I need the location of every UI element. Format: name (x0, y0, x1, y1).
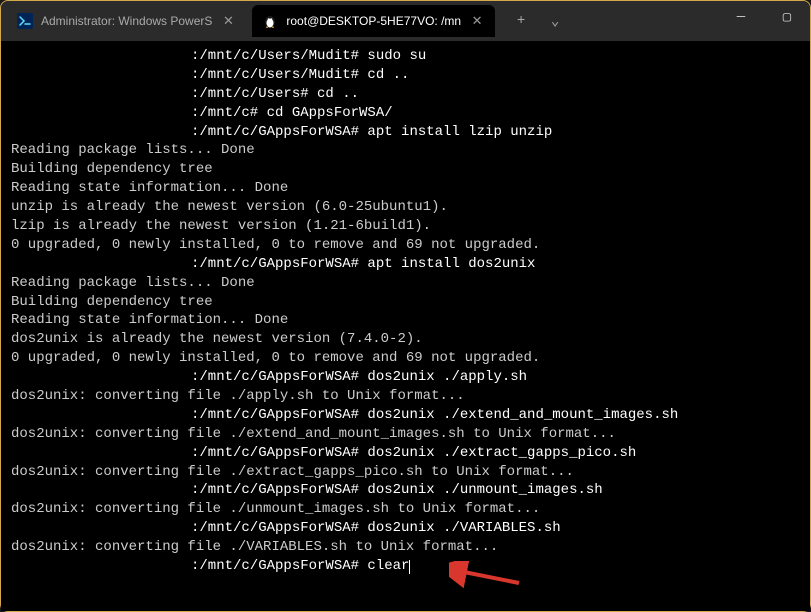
tabs: Administrator: Windows PowerS ✕ root@DES… (1, 1, 495, 41)
output-line: dos2unix: converting file ./extend_and_m… (11, 425, 800, 444)
output-line: Reading package lists... Done (11, 274, 800, 293)
output-line: Building dependency tree (11, 160, 800, 179)
prompt-path: :/mnt/c/GAppsForWSA# (191, 520, 359, 536)
command-text: apt install dos2unix (359, 256, 535, 272)
terminal-output[interactable]: :/mnt/c/Users/Mudit# sudo su:/mnt/c/User… (1, 41, 810, 611)
cursor (409, 560, 410, 574)
output-line: Reading state information... Done (11, 311, 800, 330)
command-text: cd .. (359, 67, 409, 83)
command-text: dos2unix ./apply.sh (359, 369, 527, 385)
redacted-user-host (11, 107, 191, 121)
prompt-line: :/mnt/c/GAppsForWSA# apt install lzip un… (11, 123, 800, 142)
minimize-button[interactable]: — (718, 1, 764, 33)
redacted-user-host (11, 69, 191, 83)
prompt-line: :/mnt/c/GAppsForWSA# dos2unix ./apply.sh (11, 368, 800, 387)
output-line: dos2unix: converting file ./apply.sh to … (11, 387, 800, 406)
command-text: dos2unix ./unmount_images.sh (359, 482, 603, 498)
prompt-path: :/mnt/c/GAppsForWSA# (191, 124, 359, 140)
redacted-user-host (11, 409, 191, 423)
prompt-line: :/mnt/c/Users/Mudit# sudo su (11, 47, 800, 66)
add-tab-button[interactable]: + (507, 7, 535, 35)
tab-dropdown-button[interactable]: ⌄ (541, 7, 569, 35)
prompt-path: :/mnt/c/GAppsForWSA# (191, 256, 359, 272)
command-text: sudo su (359, 48, 426, 64)
prompt-path: :/mnt/c/GAppsForWSA# (191, 482, 359, 498)
command-text: cd GAppsForWSA/ (258, 105, 392, 121)
output-line: dos2unix is already the newest version (… (11, 330, 800, 349)
prompt-line: :/mnt/c/GAppsForWSA# dos2unix ./VARIABLE… (11, 519, 800, 538)
tab-label: root@DESKTOP-5HE77VO: /mn (286, 14, 461, 28)
redacted-user-host (11, 560, 191, 574)
redacted-user-host (11, 258, 191, 272)
linux-tux-icon (262, 13, 278, 29)
output-line: dos2unix: converting file ./VARIABLES.sh… (11, 538, 800, 557)
prompt-line: :/mnt/c/GAppsForWSA# clear (11, 557, 800, 576)
close-icon[interactable]: ✕ (220, 13, 236, 29)
prompt-path: :/mnt/c# (191, 105, 258, 121)
output-line: Reading state information... Done (11, 179, 800, 198)
redacted-user-host (11, 447, 191, 461)
command-text: dos2unix ./extend_and_mount_images.sh (359, 407, 678, 423)
command-text: apt install lzip unzip (359, 124, 552, 140)
output-line: Building dependency tree (11, 293, 800, 312)
prompt-line: :/mnt/c/Users# cd .. (11, 85, 800, 104)
redacted-user-host (11, 88, 191, 102)
output-line: dos2unix: converting file ./unmount_imag… (11, 500, 800, 519)
prompt-line: :/mnt/c# cd GAppsForWSA/ (11, 104, 800, 123)
redacted-user-host (11, 50, 191, 64)
maximize-button[interactable]: ▢ (764, 1, 810, 33)
command-text: dos2unix ./VARIABLES.sh (359, 520, 561, 536)
window-controls: — ▢ (718, 1, 810, 41)
output-line: dos2unix: converting file ./extract_gapp… (11, 463, 800, 482)
output-line: lzip is already the newest version (1.21… (11, 217, 800, 236)
prompt-line: :/mnt/c/GAppsForWSA# dos2unix ./extract_… (11, 444, 800, 463)
command-text: clear (359, 558, 409, 574)
tab-label: Administrator: Windows PowerS (41, 14, 212, 28)
prompt-path: :/mnt/c/GAppsForWSA# (191, 558, 359, 574)
output-line: unzip is already the newest version (6.0… (11, 198, 800, 217)
prompt-line: :/mnt/c/Users/Mudit# cd .. (11, 66, 800, 85)
prompt-path: :/mnt/c/GAppsForWSA# (191, 407, 359, 423)
prompt-path: :/mnt/c/GAppsForWSA# (191, 369, 359, 385)
command-text: cd .. (309, 86, 359, 102)
redacted-user-host (11, 522, 191, 536)
prompt-line: :/mnt/c/GAppsForWSA# apt install dos2uni… (11, 255, 800, 274)
redacted-user-host (11, 371, 191, 385)
tab-actions: + ⌄ (507, 7, 569, 35)
output-line: Reading package lists... Done (11, 141, 800, 160)
prompt-path: :/mnt/c/GAppsForWSA# (191, 445, 359, 461)
redacted-user-host (11, 126, 191, 140)
output-line: 0 upgraded, 0 newly installed, 0 to remo… (11, 349, 800, 368)
close-icon[interactable]: ✕ (469, 13, 485, 29)
tab-wsl[interactable]: root@DESKTOP-5HE77VO: /mn ✕ (252, 5, 495, 37)
prompt-path: :/mnt/c/Users# (191, 86, 309, 102)
command-text: dos2unix ./extract_gapps_pico.sh (359, 445, 636, 461)
prompt-line: :/mnt/c/GAppsForWSA# dos2unix ./unmount_… (11, 481, 800, 500)
powershell-icon (17, 13, 33, 29)
redacted-user-host (11, 484, 191, 498)
prompt-path: :/mnt/c/Users/Mudit# (191, 48, 359, 64)
output-line: 0 upgraded, 0 newly installed, 0 to remo… (11, 236, 800, 255)
prompt-line: :/mnt/c/GAppsForWSA# dos2unix ./extend_a… (11, 406, 800, 425)
prompt-path: :/mnt/c/Users/Mudit# (191, 67, 359, 83)
titlebar: Administrator: Windows PowerS ✕ root@DES… (1, 1, 810, 41)
tab-powershell[interactable]: Administrator: Windows PowerS ✕ (7, 5, 246, 37)
